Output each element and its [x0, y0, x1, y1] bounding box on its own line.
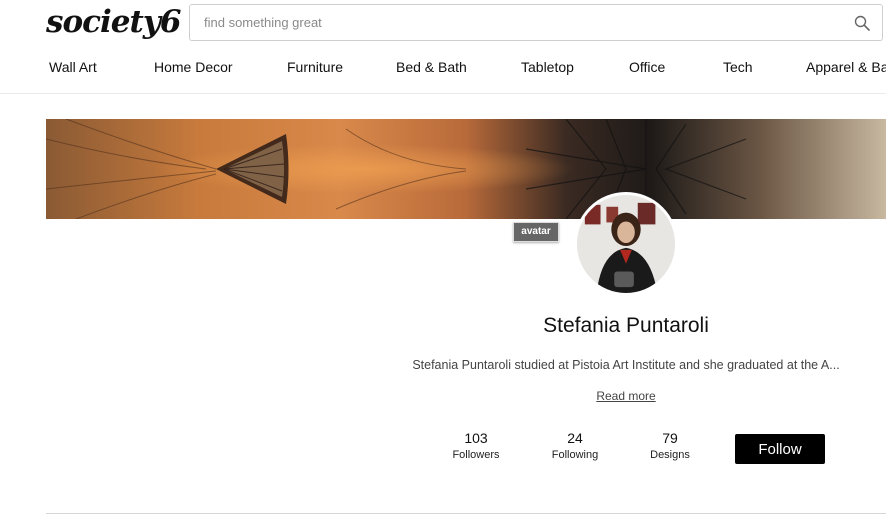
stat-following[interactable]: 24 Following	[530, 430, 620, 461]
stat-followers[interactable]: 103 Followers	[431, 430, 521, 461]
category-nav: Wall Art Home Decor Furniture Bed & Bath…	[0, 55, 886, 81]
site-header: society6 Wall Art Home Decor Furniture B…	[0, 0, 886, 94]
stat-following-count: 24	[567, 430, 583, 446]
profile-avatar[interactable]	[574, 192, 678, 296]
read-more-wrapper: Read more	[396, 389, 856, 403]
nav-item-bed-bath[interactable]: Bed & Bath	[396, 59, 467, 75]
nav-item-tech[interactable]: Tech	[723, 59, 753, 75]
search-icon[interactable]	[854, 15, 870, 31]
nav-item-tabletop[interactable]: Tabletop	[521, 59, 574, 75]
profile-bio: Stefania Puntaroli studied at Pistoia Ar…	[412, 358, 840, 372]
nav-item-home-decor[interactable]: Home Decor	[154, 59, 233, 75]
profile-name: Stefania Puntaroli	[543, 314, 709, 337]
nav-item-apparel-bags[interactable]: Apparel & Bags	[806, 59, 886, 75]
search-input[interactable]	[204, 5, 824, 40]
nav-item-furniture[interactable]: Furniture	[287, 59, 343, 75]
section-divider	[46, 513, 886, 514]
profile-banner-artwork	[46, 119, 886, 219]
stat-designs-label: Designs	[650, 449, 690, 461]
stat-designs[interactable]: 79 Designs	[625, 430, 715, 461]
society6-logo[interactable]: society6	[46, 4, 181, 40]
stat-designs-count: 79	[662, 430, 678, 446]
stat-followers-count: 103	[464, 430, 488, 446]
stat-following-label: Following	[551, 449, 599, 461]
stat-followers-label: Followers	[452, 449, 500, 461]
search-bar[interactable]	[189, 4, 883, 41]
avatar-tag-badge: avatar	[513, 222, 559, 242]
follow-button[interactable]: Follow	[735, 434, 825, 464]
nav-item-office[interactable]: Office	[629, 59, 665, 75]
nav-item-wall-art[interactable]: Wall Art	[49, 59, 97, 75]
read-more-link[interactable]: Read more	[596, 389, 655, 403]
